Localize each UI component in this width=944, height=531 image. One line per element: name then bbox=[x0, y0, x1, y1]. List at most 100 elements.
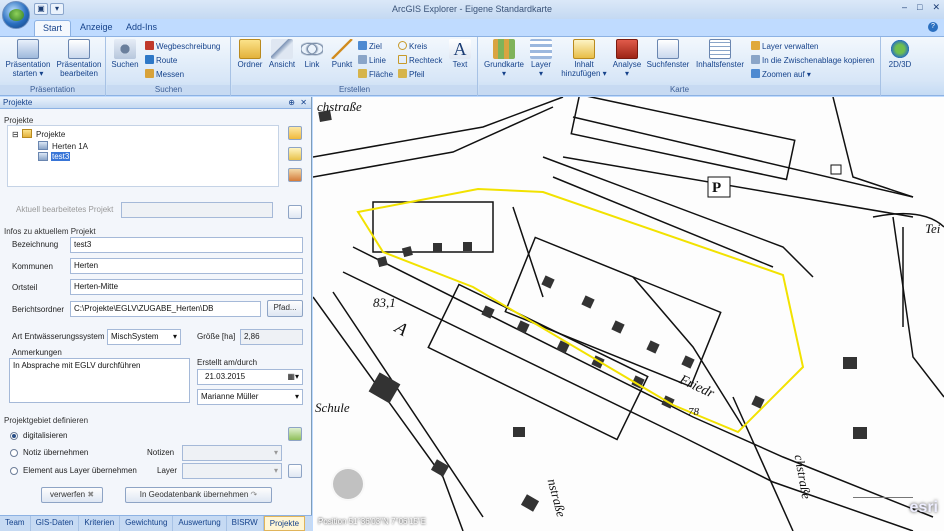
suchen-button[interactable]: Suchen bbox=[109, 39, 141, 69]
group-label-praesentation: Präsentation bbox=[0, 85, 105, 95]
tab-gewichtung[interactable]: Gewichtung bbox=[120, 516, 174, 531]
kommunen-label: Kommunen bbox=[12, 262, 53, 271]
radio-notiz[interactable] bbox=[10, 449, 18, 457]
map-label-tei: Tei bbox=[925, 221, 941, 236]
globe-icon bbox=[9, 9, 24, 21]
text-icon: A bbox=[449, 39, 471, 59]
project-icon bbox=[38, 141, 48, 150]
radio-digitalisieren[interactable] bbox=[10, 432, 18, 440]
messen-button[interactable]: Messen bbox=[145, 68, 184, 81]
linie-button[interactable]: Linie bbox=[358, 54, 386, 67]
tab-team[interactable]: Team bbox=[0, 516, 31, 531]
tree-item-herten-1a[interactable]: Herten 1A bbox=[52, 142, 88, 151]
zwischenablage-button[interactable]: In die Zwischenablage kopieren bbox=[751, 54, 875, 67]
route-button[interactable]: Route bbox=[145, 54, 177, 67]
project-map-icon[interactable] bbox=[288, 168, 302, 182]
minimize-icon[interactable]: – bbox=[902, 2, 907, 13]
toolbox-icon bbox=[616, 39, 638, 59]
add-content-icon bbox=[573, 39, 595, 59]
maximize-icon[interactable]: □ bbox=[917, 2, 922, 13]
application-orb[interactable] bbox=[2, 1, 30, 29]
aktuell-field bbox=[121, 202, 273, 218]
tab-anzeige[interactable]: Anzeige bbox=[72, 20, 121, 36]
tree-root[interactable]: Projekte bbox=[36, 130, 65, 139]
notizen-label: Notizen bbox=[147, 448, 175, 457]
flaeche-button[interactable]: Fläche bbox=[358, 68, 393, 81]
close-icon[interactable]: ✕ bbox=[932, 2, 940, 13]
tab-kriterien[interactable]: Kriterien bbox=[79, 516, 121, 531]
ruler-icon bbox=[145, 69, 154, 78]
person-select[interactable]: Marianne Müller ▾ bbox=[197, 389, 303, 405]
new-project-icon[interactable] bbox=[288, 126, 302, 140]
group-label-karte: Karte bbox=[479, 85, 880, 95]
zoomen-auf-button[interactable]: Zoomen auf ▾ bbox=[751, 68, 811, 81]
kreis-button[interactable]: Kreis bbox=[398, 40, 427, 53]
circle-icon bbox=[398, 41, 407, 50]
edit-presentation-icon bbox=[68, 39, 90, 59]
tab-projekte[interactable]: Projekte bbox=[263, 516, 306, 531]
praesentation-bearbeiten-button[interactable]: Präsentation bearbeiten bbox=[54, 39, 104, 78]
text-button[interactable]: A Text bbox=[446, 39, 474, 69]
inhalt-hinzufuegen-button[interactable]: Inhalt hinzufügen ▾ bbox=[557, 39, 611, 78]
inhaltsfenster-button[interactable]: Inhaltsfenster bbox=[694, 39, 746, 69]
calendar-icon[interactable]: ▦▾ bbox=[287, 370, 299, 384]
group-karte: Grundkarte ▾ Layer ▾ Inhalt hinzufügen ▾ A… bbox=[479, 37, 881, 96]
bezeichnung-field[interactable]: test3 bbox=[70, 237, 303, 253]
ortsteil-field[interactable]: Herten-Mitte bbox=[70, 279, 303, 295]
group-praesentation: Präsentation starten ▾ Präsentation bear… bbox=[0, 37, 106, 96]
group-label-erstellen: Erstellen bbox=[232, 85, 477, 95]
ziel-button[interactable]: Ziel bbox=[358, 40, 382, 53]
geodatenbank-button[interactable]: In Geodatenbank übernehmen ↷ bbox=[125, 487, 272, 503]
rechteck-button[interactable]: Rechteck bbox=[398, 54, 442, 67]
grundkarte-button[interactable]: Grundkarte ▾ bbox=[482, 39, 526, 78]
layer-button[interactable]: Layer ▾ bbox=[527, 39, 555, 78]
digitize-icon[interactable] bbox=[288, 427, 302, 441]
anmerkungen-field[interactable]: In Absprache mit EGLV durchführen bbox=[9, 358, 190, 403]
opt-element-label[interactable]: Element aus Layer übernehmen bbox=[23, 466, 137, 475]
view-2d-3d-button[interactable]: 2D/3D bbox=[884, 39, 916, 69]
title-bar: ▣ ▾ ArcGIS Explorer - Eigene Standardkar… bbox=[0, 0, 944, 19]
map-canvas[interactable]: chstraße 83,1 A Schule Friedr 78 chstraß… bbox=[313, 97, 944, 531]
analyse-button[interactable]: Analyse ▾ bbox=[611, 39, 643, 78]
chevron-down-icon: ▾ bbox=[273, 448, 278, 457]
ordner-button[interactable]: Ordner bbox=[234, 39, 266, 69]
tab-bisrw[interactable]: BISRW bbox=[227, 516, 264, 531]
map-view[interactable]: chstraße 83,1 A Schule Friedr 78 chstraß… bbox=[313, 97, 944, 531]
open-project-icon[interactable] bbox=[288, 147, 302, 161]
wegbeschreibung-button[interactable]: Wegbeschreibung bbox=[145, 40, 220, 53]
layer-verwalten-button[interactable]: Layer verwalten bbox=[751, 40, 818, 53]
tree-expander-icon[interactable]: ⊟ bbox=[12, 130, 19, 139]
route-icon bbox=[145, 55, 154, 64]
tab-auswertung[interactable]: Auswertung bbox=[173, 516, 227, 531]
praesentation-starten-button[interactable]: Präsentation starten ▾ bbox=[3, 39, 53, 78]
help-icon[interactable]: ? bbox=[928, 22, 938, 32]
pfad-button[interactable]: Pfad... bbox=[267, 300, 303, 317]
navigation-control-icon[interactable] bbox=[331, 467, 365, 501]
tab-start[interactable]: Start bbox=[34, 20, 72, 36]
map-label-schule: Schule bbox=[315, 400, 350, 415]
verwerfen-button[interactable]: verwerfen ✖ bbox=[41, 487, 103, 503]
opt-digitalisieren-label[interactable]: digitalisieren bbox=[23, 431, 67, 440]
art-select[interactable]: MischSystem ▾ bbox=[107, 329, 181, 345]
pfeil-button[interactable]: Pfeil bbox=[398, 68, 425, 81]
table-icon[interactable] bbox=[288, 205, 302, 219]
berichtsordner-field[interactable]: C:\Projekte\EGLV\ZUGABE_Herten\DB bbox=[70, 301, 261, 317]
link-button[interactable]: Link bbox=[298, 39, 326, 69]
datum-field[interactable]: 21.03.2015 ▦▾ bbox=[197, 369, 303, 385]
tree-item-test3[interactable]: test3 bbox=[51, 152, 71, 161]
tab-add-ins[interactable]: Add-Ins bbox=[118, 20, 165, 36]
import-icon: ↷ bbox=[250, 490, 258, 499]
pin-icon[interactable]: ⊕ bbox=[288, 97, 295, 109]
suchfenster-button[interactable]: Suchfenster bbox=[645, 39, 691, 69]
punkt-button[interactable]: Punkt bbox=[328, 39, 356, 69]
kommunen-field[interactable]: Herten bbox=[70, 258, 303, 274]
close-panel-icon[interactable]: ✕ bbox=[300, 97, 307, 109]
layer-table-icon[interactable] bbox=[288, 464, 302, 478]
tab-gis-daten[interactable]: GIS-Daten bbox=[31, 516, 80, 531]
pencil-icon bbox=[331, 39, 353, 59]
bottom-tab-bar: Team GIS-Daten Kriterien Gewichtung Ausw… bbox=[0, 515, 312, 531]
radio-element[interactable] bbox=[10, 467, 18, 475]
opt-notiz-label[interactable]: Notiz übernehmen bbox=[23, 448, 88, 457]
map-label-block: A bbox=[391, 317, 412, 341]
ansicht-button[interactable]: Ansicht bbox=[266, 39, 298, 69]
